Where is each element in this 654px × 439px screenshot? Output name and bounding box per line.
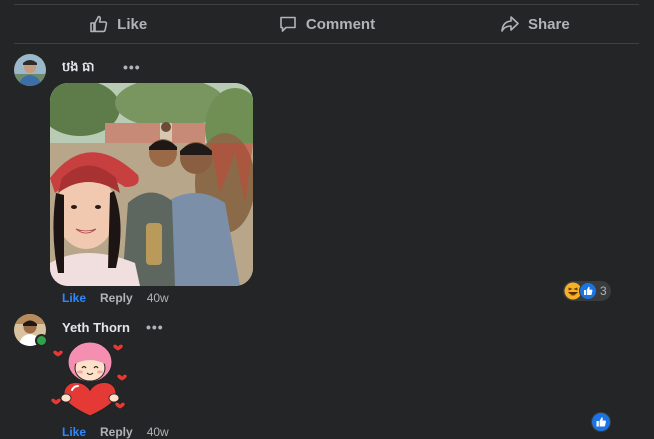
online-status-dot [35,334,48,347]
avatar[interactable] [14,54,46,86]
like-button[interactable]: Like [14,5,222,43]
more-options-icon[interactable]: ••• [123,59,141,75]
thumbs-up-icon [90,15,108,33]
like-label: Like [117,15,148,33]
share-icon [501,16,519,32]
comment-timestamp[interactable]: 40w [147,291,169,305]
comment-like-link[interactable]: Like [62,425,86,439]
comment-photo[interactable] [50,83,253,286]
comment-button[interactable]: Comment [222,5,430,43]
selfie-photo-icon [50,83,253,286]
comment-author[interactable]: Yeth Thorn [62,320,130,335]
comment-like-link[interactable]: Like [62,291,86,305]
reaction-summary[interactable]: 3 [563,281,611,301]
like-reaction-icon [591,412,611,432]
post-action-bar: Like Comment Share [14,5,639,43]
profile-photo-icon [14,54,46,86]
share-button[interactable]: Share [431,5,639,43]
comment-reply-link[interactable]: Reply [100,425,133,439]
comment-timestamp[interactable]: 40w [147,425,169,439]
girl-holding-heart-sticker-icon [50,341,128,417]
reaction-summary[interactable] [591,412,611,437]
more-options-icon[interactable]: ••• [146,319,164,335]
comment-author[interactable]: បង ធា [62,59,95,78]
heart-sticker[interactable] [50,340,130,420]
share-label: Share [527,15,570,33]
comment-label: Comment [305,15,376,33]
comment-icon [280,16,296,32]
comment-meta: Like Reply 40w [62,291,169,305]
reaction-count: 3 [600,284,607,298]
action-bar-divider [14,43,639,44]
like-reaction-icon [579,282,597,300]
comment-meta: Like Reply 40w [62,425,169,439]
comment-reply-link[interactable]: Reply [100,291,133,305]
